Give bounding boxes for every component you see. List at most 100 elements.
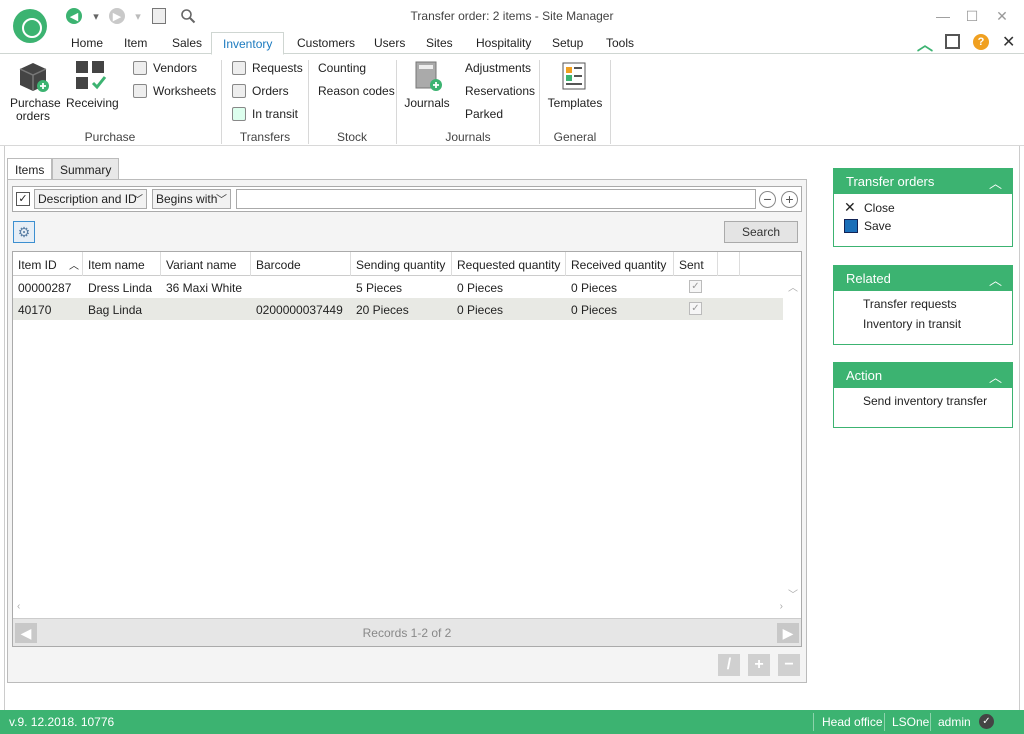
- status-separator: [930, 713, 931, 731]
- filter-value-input[interactable]: [236, 189, 756, 209]
- tab-summary[interactable]: Summary: [52, 158, 120, 180]
- status-separator: [884, 713, 885, 731]
- transfer-orders-header[interactable]: Transfer orders ︿: [834, 169, 1012, 194]
- scroll-left-icon[interactable]: ‹: [17, 601, 20, 612]
- close-window-icon[interactable]: ✕: [992, 6, 1012, 26]
- save-action[interactable]: Save: [844, 219, 891, 233]
- records-count: Records 1-2 of 2: [362, 626, 452, 640]
- purchase-orders-label: Purchase orders: [10, 96, 61, 123]
- adjustments-button[interactable]: Adjustments: [465, 60, 531, 76]
- column-header-received-quantity[interactable]: Received quantity: [566, 252, 674, 276]
- panel-title: Transfer orders: [846, 174, 935, 189]
- tab-home[interactable]: Home: [71, 36, 103, 50]
- tab-hospitality[interactable]: Hospitality: [476, 36, 531, 50]
- reservations-button[interactable]: Reservations: [465, 83, 535, 99]
- vendors-button[interactable]: Vendors: [133, 60, 197, 76]
- worksheets-button[interactable]: Worksheets: [133, 83, 216, 99]
- filter-field-value: Description and ID: [38, 192, 137, 206]
- help-icon[interactable]: ?: [973, 34, 989, 50]
- related-panel: Related ︿ Transfer requests Inventory in …: [833, 265, 1013, 345]
- company-label: LSOne: [892, 715, 930, 729]
- tab-item[interactable]: Item: [124, 36, 147, 50]
- next-page-icon[interactable]: ▶: [777, 623, 799, 643]
- gear-icon[interactable]: ⚙: [13, 221, 35, 243]
- scroll-right-icon[interactable]: ›: [780, 601, 783, 612]
- column-header-requested-quantity[interactable]: Requested quantity: [452, 252, 566, 276]
- minimize-icon[interactable]: —: [933, 6, 953, 26]
- close-action[interactable]: ✕ Close: [844, 199, 895, 216]
- related-header[interactable]: Related ︿: [834, 266, 1012, 291]
- chevron-down-icon: ﹀: [132, 194, 143, 206]
- requests-button[interactable]: Requests: [232, 60, 303, 76]
- edit-icon[interactable]: /: [718, 654, 740, 676]
- filter-enable-checkbox[interactable]: ✓: [16, 192, 30, 206]
- menu-bar: Home Item Sales Inventory Customers User…: [0, 31, 1024, 55]
- chevron-up-icon[interactable]: ︿: [989, 367, 1002, 386]
- maximize-icon[interactable]: ☐: [962, 6, 982, 26]
- remove-icon[interactable]: −: [778, 654, 800, 676]
- vertical-scrollbar[interactable]: ︿ ﹀: [785, 277, 801, 601]
- chevron-up-icon[interactable]: ︿: [989, 270, 1002, 289]
- receiving-button[interactable]: Receiving: [66, 59, 119, 110]
- in-transit-label: In transit: [252, 107, 299, 121]
- reason-codes-button[interactable]: Reason codes: [318, 83, 395, 99]
- journals-button[interactable]: Journals: [404, 59, 450, 110]
- chevron-up-icon[interactable]: ︿: [989, 173, 1002, 192]
- column-header-item-id[interactable]: Item ID ︿: [13, 252, 83, 276]
- table-row[interactable]: 40170 Bag Linda 0200000037449 20 Pieces …: [13, 298, 783, 320]
- window-layout-icon[interactable]: [945, 34, 960, 49]
- tab-setup[interactable]: Setup: [552, 36, 583, 50]
- templates-button[interactable]: Templates: [547, 59, 603, 110]
- sort-ascending-icon: ︿: [69, 261, 79, 272]
- column-header-variant-name[interactable]: Variant name: [161, 252, 251, 276]
- window-title: Transfer order: 2 items - Site Manager: [410, 9, 614, 23]
- column-header-barcode[interactable]: Barcode: [251, 252, 351, 276]
- transfer-orders-panel: Transfer orders ︿ ✕ Close Save: [833, 168, 1013, 247]
- transfer-requests-link[interactable]: Transfer requests: [863, 297, 957, 311]
- in-transit-button[interactable]: In transit: [232, 106, 298, 122]
- tab-tools[interactable]: Tools: [606, 36, 634, 50]
- table-row[interactable]: 00000287 Dress Linda 36 Maxi White 5 Pie…: [13, 276, 783, 298]
- cell-requested-quantity: 0 Pieces: [457, 303, 504, 317]
- chevron-down-icon: ﹀: [216, 194, 227, 206]
- tab-items[interactable]: Items: [7, 158, 53, 181]
- column-header-item-name[interactable]: Item name: [83, 252, 161, 276]
- counting-button[interactable]: Counting: [318, 60, 366, 76]
- column-header-sent[interactable]: Sent: [674, 252, 718, 276]
- frame-border: [4, 146, 5, 710]
- transfers-group-label: Transfers: [239, 130, 291, 144]
- send-inventory-transfer-link[interactable]: Send inventory transfer: [863, 394, 987, 408]
- action-header[interactable]: Action ︿: [834, 363, 1012, 388]
- receiving-label: Receiving: [66, 96, 119, 110]
- column-header-sending-quantity[interactable]: Sending quantity: [351, 252, 452, 276]
- search-button[interactable]: Search: [724, 221, 798, 243]
- purchase-orders-icon: [16, 59, 50, 93]
- truck-icon: [232, 107, 246, 121]
- scroll-up-icon[interactable]: ︿: [788, 279, 798, 294]
- stock-group-label: Stock: [336, 130, 367, 144]
- inventory-in-transit-link[interactable]: Inventory in transit: [863, 317, 961, 331]
- collapse-ribbon-icon[interactable]: ︿: [917, 31, 933, 55]
- orders-button[interactable]: Orders: [232, 83, 289, 99]
- purchase-orders-button[interactable]: Purchase orders: [10, 59, 61, 123]
- tab-users[interactable]: Users: [374, 36, 405, 50]
- sent-checkbox: ✓: [689, 280, 702, 293]
- horizontal-scrollbar[interactable]: ‹ ›: [13, 601, 785, 615]
- cell-variant-name: [161, 298, 166, 320]
- grid-header: Item ID ︿ Item name Variant name Barcode …: [13, 252, 801, 276]
- parked-button[interactable]: Parked: [465, 106, 503, 122]
- connection-status-icon[interactable]: ✓: [979, 714, 994, 729]
- remove-filter-icon[interactable]: −: [759, 191, 776, 208]
- add-filter-icon[interactable]: +: [781, 191, 798, 208]
- tab-sales[interactable]: Sales: [172, 36, 202, 50]
- add-icon[interactable]: +: [748, 654, 770, 676]
- tab-customers[interactable]: Customers: [297, 36, 355, 50]
- tab-inventory[interactable]: Inventory: [211, 32, 285, 55]
- cell-item-name: Bag Linda: [88, 303, 143, 317]
- close-document-icon[interactable]: ✕: [1002, 32, 1015, 52]
- filter-field-select[interactable]: Description and ID ﹀: [34, 189, 147, 209]
- tab-sites[interactable]: Sites: [426, 36, 453, 50]
- scroll-down-icon[interactable]: ﹀: [788, 586, 798, 601]
- filter-operator-select[interactable]: Begins with ﹀: [152, 189, 231, 209]
- worksheets-icon: [133, 84, 147, 98]
